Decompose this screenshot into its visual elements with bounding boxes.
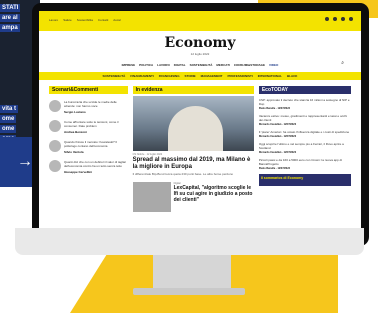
featured-image[interactable] <box>132 96 254 151</box>
featured-headline[interactable]: Spread al massimo dal 2019, ma Milano è … <box>133 157 254 171</box>
opinion-author: Silvio Ventola <box>64 150 84 154</box>
news-meta: Riccardo Castellan · 12/07/2022 <box>258 151 297 154</box>
monitor-chin <box>15 228 364 255</box>
site-topbar: Lavoro Salute Sostenibilita Contatti Aut… <box>39 11 361 31</box>
monitor-stand <box>133 288 245 295</box>
opinion-title[interactable]: Quanti dici che con un debitori il valor… <box>64 160 128 168</box>
menu-item[interactable]: INTERNATIONAL <box>258 74 282 78</box>
opinion-author: Sergio Luciano <box>64 110 86 114</box>
opinion-item[interactable]: Quando finisce il mercato: Kowaleski? Il… <box>49 140 128 154</box>
secondary-menu: SOSTENIBILITÀ FINANZIAMENTI FRANCHISING … <box>39 72 361 80</box>
avatar <box>49 100 61 112</box>
facebook-icon[interactable] <box>325 17 329 21</box>
opinion-title[interactable]: Come affrontare sotto le tensioni, come … <box>64 120 128 128</box>
opinion-item[interactable]: La burocrazia che uccide le medie delle … <box>49 100 128 114</box>
social-icons <box>325 17 353 21</box>
featured-summary: Il differenziale Btp-Bund tocca quota 23… <box>132 172 234 176</box>
site-logo[interactable]: Economy <box>39 35 361 51</box>
menu-item[interactable]: POLITICA <box>139 63 153 67</box>
news-meta: Riccardo Castellan · 12/07/2022 <box>258 123 297 126</box>
twitter-icon[interactable] <box>341 17 345 21</box>
menu-item[interactable]: VIDEO <box>269 63 278 67</box>
opinion-item[interactable]: Quanti dici che con un debitori il valor… <box>49 160 128 174</box>
avatar <box>49 140 61 152</box>
menu-item[interactable]: MANAGEMENT <box>201 74 223 78</box>
news-column: EcoTODAY CSP: approvato il decreto che s… <box>258 86 351 212</box>
menu-item[interactable]: MERCATI <box>216 63 229 67</box>
news-meta: Riccardo Castellan · 12/07/2022 <box>258 135 297 138</box>
top-nav: Lavoro Salute Sostenibilita Contatti Aut… <box>49 18 121 22</box>
news-item[interactable]: Oggi scoprire l'ultimo e nel sempre piu … <box>259 142 351 154</box>
news-title[interactable]: Piccoli passi e da 160 a 5000 euro con C… <box>259 158 351 166</box>
linkedin-icon[interactable] <box>333 17 337 21</box>
opinion-item[interactable]: Come affrontare sotto le tensioni, come … <box>49 120 128 134</box>
opinion-author: Giuseppe Cervellini <box>64 170 93 174</box>
menu-item[interactable]: STORIE <box>185 74 196 78</box>
primary-menu: IMPRESE POLITICA LAVORO DIGITAL SOSTENIB… <box>39 63 361 67</box>
monitor-neck <box>153 255 231 288</box>
menu-item[interactable]: SOSTENIBILITÀ <box>190 63 213 67</box>
avatar <box>49 160 61 172</box>
opinion-author: Andrea Benzoni <box>64 130 87 134</box>
article-headline[interactable]: LexCapital, "algoritmo scoglie le Ifi su… <box>174 185 254 203</box>
section-title: Scenari&Commenti <box>49 86 128 94</box>
youtube-icon[interactable] <box>349 17 353 21</box>
featured-column: In evidenza CS Notizie · 12 luglio 2022 … <box>132 86 254 212</box>
menu-item[interactable]: BLACK <box>287 74 298 78</box>
article-thumbnail[interactable] <box>132 182 171 212</box>
news-title[interactable]: Oggi scoprire l'ultimo e nel sempre piu … <box>259 142 351 150</box>
menu-item[interactable]: PROFESSIONISTI <box>228 74 253 78</box>
left-tag: STATI <box>0 4 21 12</box>
monitor-screen: Lavoro Salute Sostenibilita Contatti Aut… <box>39 11 361 228</box>
top-nav-item[interactable]: Autori <box>113 18 121 22</box>
section-title: EcoTODAY <box>258 86 351 94</box>
left-tag: ome <box>0 115 17 123</box>
news-meta: Paolo Renelle · 12/07/2022 <box>258 107 290 110</box>
opinion-title[interactable]: La burocrazia che uccide le medie delle … <box>64 100 128 108</box>
menu-item[interactable]: LAVORO <box>157 63 170 67</box>
news-title[interactable]: Il 'piano' Amazon: ha votato l'influenza… <box>259 130 351 134</box>
news-item[interactable]: Piccoli passi e da 160 a 5000 euro con C… <box>259 158 351 170</box>
section-title: In evidenza <box>132 86 254 94</box>
menu-item[interactable]: IMPRESE <box>122 63 136 67</box>
news-title[interactable]: Vacanze estive: meteo, gradimenti e rapp… <box>259 114 351 122</box>
left-tag: are al <box>0 14 20 22</box>
search-icon[interactable]: ⌕ <box>341 60 344 66</box>
menu-item[interactable]: DIGITAL <box>174 63 186 67</box>
opinions-column: Scenari&Commenti La burocrazia che uccid… <box>49 86 128 212</box>
left-tag: vita t <box>0 105 19 113</box>
news-title[interactable]: CSP: approvato il decreto che stanzia 16… <box>259 98 351 106</box>
menu-item[interactable]: SOSTENIBILITÀ <box>103 74 126 78</box>
top-nav-item[interactable]: Lavoro <box>49 18 58 22</box>
avatar <box>49 120 61 132</box>
building-arch <box>167 106 223 151</box>
site-date: 12 luglio 2022 <box>190 52 210 56</box>
news-item[interactable]: CSP: approvato il decreto che stanzia 16… <box>259 98 351 110</box>
menu-item[interactable]: FINANZIAMENTI <box>130 74 153 78</box>
featured-meta: CS Notizie · 12 luglio 2022 <box>132 153 163 156</box>
news-item[interactable]: Vacanze estive: meteo, gradimenti e rapp… <box>259 114 351 126</box>
top-nav-item[interactable]: Contatti <box>98 18 108 22</box>
secondary-article[interactable]: Digital LexCapital, "algoritmo scoglie l… <box>132 182 254 212</box>
left-tag: ampa <box>0 24 20 32</box>
promo-banner[interactable]: Il sommarios di Economy <box>258 174 351 186</box>
arrow-right-icon: → <box>17 153 33 170</box>
top-nav-item[interactable]: Sostenibilita <box>77 18 93 22</box>
news-item[interactable]: Il 'piano' Amazon: ha votato l'influenza… <box>259 130 351 138</box>
opinion-title[interactable]: Quando finisce il mercato: Kowaleski? Il… <box>64 140 128 148</box>
left-tag: ome <box>0 125 17 133</box>
news-meta: Paolo Renelle · 12/07/2022 <box>258 167 290 170</box>
menu-item[interactable]: FRANCHISING <box>159 74 180 78</box>
top-nav-item[interactable]: Salute <box>63 18 72 22</box>
monitor-frame: Lavoro Salute Sostenibilita Contatti Aut… <box>32 3 369 246</box>
menu-item[interactable]: CONSUMI&STORAGE <box>234 63 265 67</box>
